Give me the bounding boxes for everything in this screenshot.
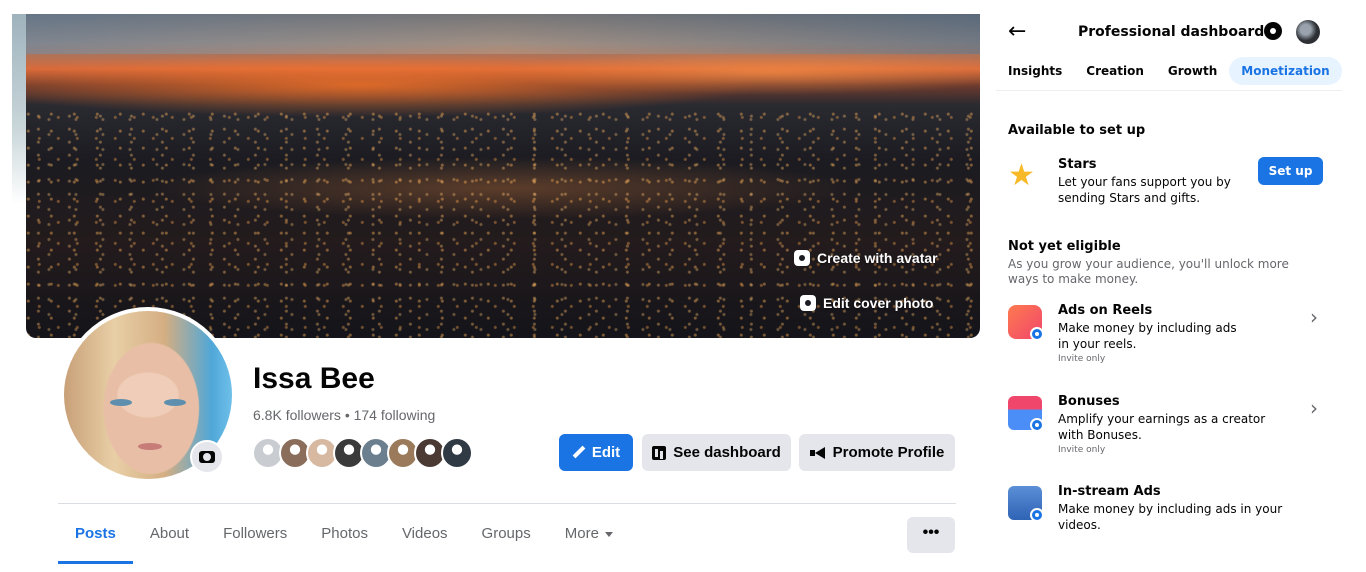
- lock-badge-icon: [1030, 327, 1044, 341]
- see-dashboard-label: See dashboard: [673, 444, 781, 461]
- profile-name: Issa Bee: [253, 362, 375, 395]
- tab-more[interactable]: More: [548, 514, 630, 554]
- back-arrow-icon[interactable]: ←: [1008, 20, 1026, 44]
- create-with-avatar-label: Create with avatar: [817, 250, 938, 266]
- ads-on-reels-description: Make money by including ads in your reel…: [1058, 321, 1237, 351]
- tab-growth[interactable]: Growth: [1168, 57, 1217, 85]
- promote-profile-button[interactable]: Promote Profile: [799, 434, 955, 471]
- gear-icon[interactable]: [1264, 22, 1282, 40]
- avatar-eye: [110, 399, 132, 406]
- avatar-lips: [138, 443, 162, 450]
- profile-tabs: Posts About Followers Photos Videos Grou…: [58, 514, 630, 564]
- bonuses-description: Amplify your earnings as a creator with …: [1058, 412, 1266, 442]
- chevron-right-icon: ›: [1310, 396, 1318, 420]
- avatar-icon: [794, 250, 810, 266]
- avatar-eye: [164, 399, 186, 406]
- dashboard-title: Professional dashboard: [1078, 24, 1265, 40]
- tab-followers[interactable]: Followers: [206, 514, 304, 554]
- update-profile-picture-button[interactable]: [190, 440, 224, 474]
- ads-on-reels-note: Invite only: [1058, 354, 1106, 364]
- tab-monetization[interactable]: Monetization: [1229, 57, 1342, 85]
- not-eligible-subtitle: As you grow your audience, you'll unlock…: [1008, 257, 1289, 286]
- in-stream-icon: [1008, 486, 1044, 522]
- see-dashboard-button[interactable]: See dashboard: [642, 434, 791, 471]
- edit-profile-button[interactable]: Edit: [559, 434, 633, 471]
- stars-set-up-button[interactable]: Set up: [1258, 157, 1323, 185]
- chevron-down-icon: [604, 531, 613, 537]
- friend-avatars[interactable]: [252, 437, 473, 469]
- tab-creation[interactable]: Creation: [1086, 57, 1144, 85]
- tab-videos[interactable]: Videos: [385, 514, 465, 554]
- dashboard-header: ← Professional dashboard: [996, 18, 1336, 48]
- dashboard-icon: [652, 445, 667, 460]
- cover-photo[interactable]: [26, 14, 980, 338]
- camera-icon: [199, 451, 215, 463]
- stars-title: Stars: [1058, 157, 1097, 172]
- tab-more-label: More: [564, 525, 599, 542]
- ads-on-reels-title: Ads on Reels: [1058, 303, 1153, 318]
- available-section-title: Available to set up: [1008, 123, 1146, 138]
- tab-about[interactable]: About: [133, 514, 206, 554]
- star-icon: ★: [1008, 158, 1035, 193]
- profile-page: Create with avatar Edit cover photo Issa…: [0, 0, 990, 572]
- bonuses-title: Bonuses: [1058, 394, 1120, 409]
- create-with-avatar-button[interactable]: Create with avatar: [794, 250, 938, 266]
- tab-photos[interactable]: Photos: [304, 514, 385, 554]
- ads-on-reels-item[interactable]: Ads on Reels Make money by including ads…: [1008, 303, 1328, 365]
- dashboard-divider: [996, 90, 1342, 91]
- profile-divider: [58, 503, 956, 504]
- bonuses-note: Invite only: [1058, 445, 1106, 455]
- friend-avatar[interactable]: [441, 437, 473, 469]
- bonuses-item[interactable]: Bonuses Amplify your earnings as a creat…: [1008, 394, 1328, 456]
- camera-icon: [800, 295, 816, 311]
- tab-insights[interactable]: Insights: [1008, 57, 1062, 85]
- tab-groups[interactable]: Groups: [465, 514, 548, 554]
- lock-badge-icon: [1030, 418, 1044, 432]
- chevron-right-icon: ›: [1310, 305, 1318, 329]
- edit-label: Edit: [591, 444, 621, 461]
- more-options-button[interactable]: •••: [907, 517, 955, 553]
- tab-posts[interactable]: Posts: [58, 514, 133, 564]
- megaphone-icon: [809, 446, 826, 459]
- in-stream-ads-item[interactable]: In-stream Ads Make money by including ad…: [1008, 484, 1328, 534]
- reels-icon: [1008, 305, 1044, 341]
- lock-badge-icon: [1030, 508, 1044, 522]
- gift-icon: [1008, 396, 1044, 432]
- not-eligible-section-title: Not yet eligible: [1008, 239, 1121, 254]
- dashboard-tabs: Insights Creation Growth Monetization: [1008, 56, 1342, 86]
- cover-sky: [26, 14, 980, 54]
- stars-description: Let your fans support you by sending Sta…: [1058, 175, 1231, 205]
- follower-stats[interactable]: 6.8K followers • 174 following: [253, 407, 435, 423]
- edit-cover-photo-label: Edit cover photo: [823, 295, 934, 311]
- in-stream-ads-description: Make money by including ads in your vide…: [1058, 502, 1283, 532]
- previous-photo-edge: [12, 14, 26, 204]
- professional-dashboard-panel: ← Professional dashboard Insights Creati…: [996, 0, 1366, 572]
- edit-cover-photo-button[interactable]: Edit cover photo: [800, 295, 933, 311]
- promote-profile-label: Promote Profile: [832, 444, 945, 461]
- in-stream-ads-title: In-stream Ads: [1058, 484, 1161, 499]
- pencil-icon: [572, 446, 585, 459]
- account-avatar[interactable]: [1296, 20, 1320, 44]
